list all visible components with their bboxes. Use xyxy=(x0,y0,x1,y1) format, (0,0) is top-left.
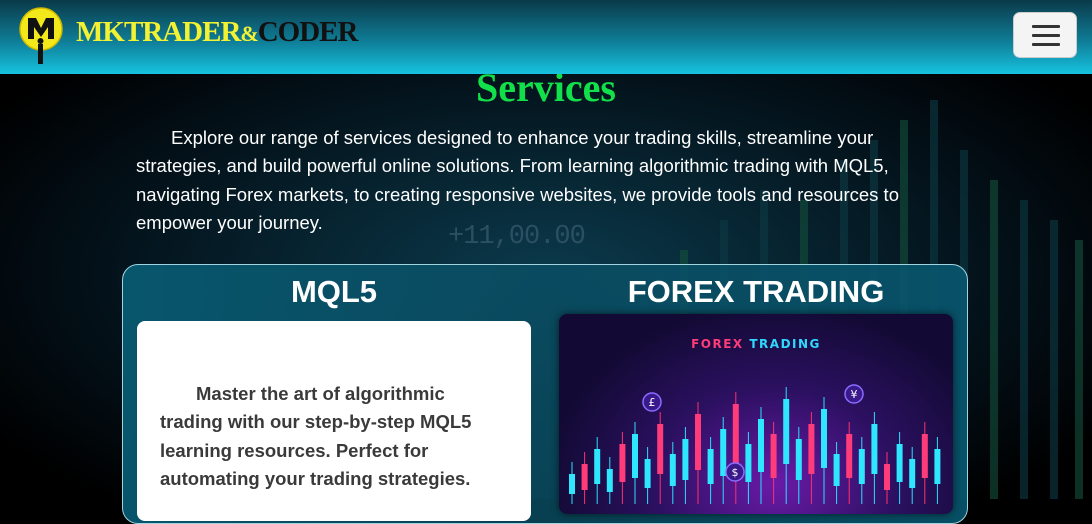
forex-candle xyxy=(619,444,626,482)
background-candle xyxy=(990,180,998,499)
logo-icon[interactable] xyxy=(18,6,64,66)
brand-name[interactable]: MKTRADER&CODER xyxy=(76,14,359,52)
forex-candle xyxy=(632,434,638,478)
forex-image-caption: FOREX TRADING xyxy=(559,337,953,351)
currency-symbol: $ xyxy=(732,466,739,479)
background-candle xyxy=(1050,220,1058,499)
forex-candle xyxy=(732,404,739,466)
mql5-title: MQL5 xyxy=(290,274,378,309)
forex-candle xyxy=(669,454,676,486)
forex-candle xyxy=(858,449,865,484)
background-candle xyxy=(1020,200,1028,499)
forex-candle xyxy=(871,424,878,474)
hamburger-menu-icon xyxy=(1032,25,1060,28)
forex-candle xyxy=(821,409,827,468)
forex-candle xyxy=(594,449,601,484)
hamburger-line xyxy=(1032,34,1060,37)
forex-candle xyxy=(569,474,575,494)
forex-candle xyxy=(921,434,928,478)
forex-candle xyxy=(783,399,790,464)
forex-candle xyxy=(896,444,903,482)
brand-trader: TRADER xyxy=(123,16,241,48)
forex-candle xyxy=(682,439,689,480)
background-candle xyxy=(1075,240,1083,499)
forex-candle xyxy=(833,454,840,486)
forex-candle xyxy=(795,439,802,480)
hamburger-line xyxy=(1032,43,1060,46)
brand-mk: MK xyxy=(76,16,125,48)
forex-candle xyxy=(745,444,752,482)
forex-caption-word1: FOREX xyxy=(691,337,744,351)
forex-candle xyxy=(695,414,701,470)
mql5-description: Master the art of algorithmic trading wi… xyxy=(160,383,472,489)
forex-candle xyxy=(606,469,613,492)
currency-symbol: £ xyxy=(649,396,656,409)
currency-symbol: ¥ xyxy=(851,388,858,401)
forex-candle xyxy=(644,459,651,488)
navbar-toggler-button[interactable] xyxy=(1013,12,1077,58)
services-intro: Explore our range of services designed t… xyxy=(136,127,899,233)
forex-candle xyxy=(657,424,664,474)
brand-coder: CODER xyxy=(257,16,359,48)
forex-candle xyxy=(758,419,764,472)
forex-candle xyxy=(934,449,941,484)
forex-candle xyxy=(846,434,853,478)
forex-trading-image[interactable]: £ ¥ $ FOREX TRADING xyxy=(559,314,953,514)
forex-candle xyxy=(770,434,777,478)
forex-candle xyxy=(581,464,588,490)
forex-candle xyxy=(707,449,714,484)
forex-candle xyxy=(720,429,727,476)
forex-candle xyxy=(808,424,815,474)
forex-caption-word2: TRADING xyxy=(749,337,821,351)
forex-trading-title: FOREX TRADING xyxy=(627,274,885,309)
forex-candle xyxy=(909,459,916,488)
forex-candle xyxy=(884,464,890,490)
navbar: MKTRADER&CODER xyxy=(0,0,1092,74)
brand-ampersand: & xyxy=(240,21,258,46)
